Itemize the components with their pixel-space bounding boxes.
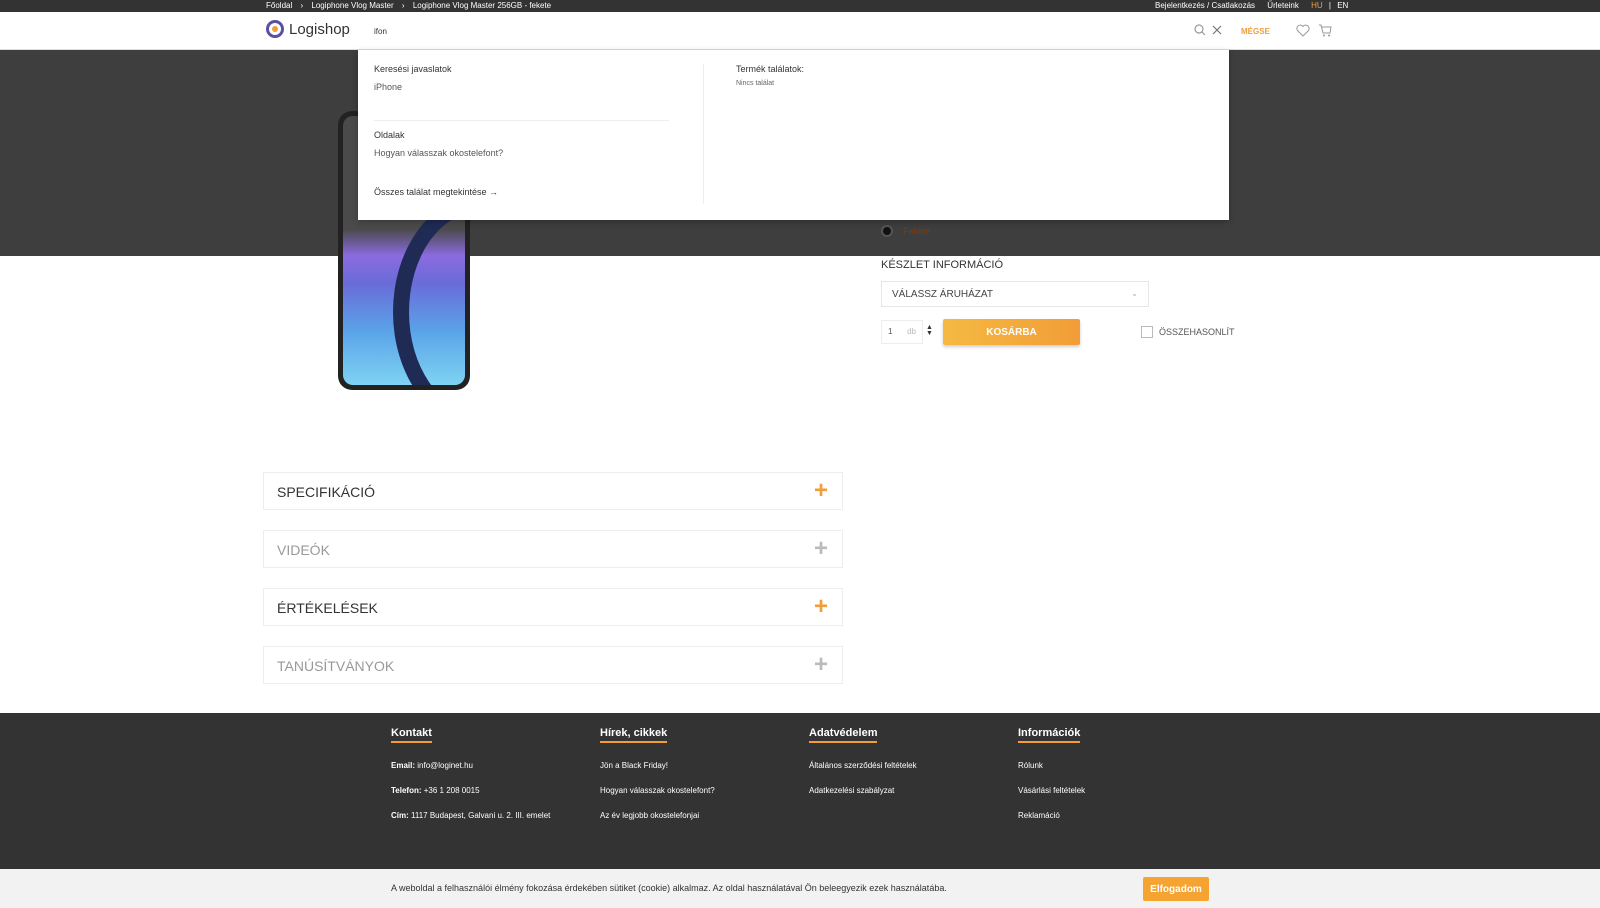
plus-icon: + (813, 651, 828, 678)
top-links: Bejelentkezés / Csatlakozás Űrleteink HU… (1155, 1, 1358, 10)
cart-icon[interactable] (1318, 24, 1332, 37)
close-icon[interactable] (1211, 24, 1223, 36)
product-results-title: Termék találatok: (736, 64, 805, 74)
breadcrumb-separator: › (401, 1, 405, 10)
stock-info-title: KÉSZLET INFORMÁCIÓ (881, 259, 1004, 271)
footer-link[interactable]: Reklamáció (1018, 811, 1085, 836)
top-bar: Főoldal › Logiphone Vlog Master › Logiph… (0, 0, 1600, 12)
footer-address: Cím: 1117 Budapest, Galvani u. 2. III. e… (391, 811, 551, 820)
footer-phone[interactable]: Telefon: +36 1 208 0015 (391, 786, 550, 811)
accordion-title: VIDEÓK (277, 542, 330, 558)
accordion-title: SPECIFIKÁCIÓ (277, 484, 376, 500)
footer-news-title: Hírek, cikkek (600, 727, 668, 743)
view-all-results-link[interactable]: Összes találat megtekintése → (374, 187, 498, 197)
footer-privacy: Adatvédelem Általános szerződési feltéte… (809, 723, 917, 811)
footer-info-title: Információk (1018, 727, 1081, 743)
footer-link[interactable]: Adatkezelési szabályzat (809, 786, 917, 811)
cookie-text: A weboldal a felhasználói élmény fokozás… (391, 883, 947, 893)
plus-icon: + (813, 535, 828, 562)
search-input[interactable] (366, 20, 1226, 42)
footer-news: Hírek, cikkek Jön a Black Friday! Hogyan… (600, 723, 715, 836)
accordion-title: TANÚSÍTVÁNYOK (277, 658, 395, 674)
plus-icon: + (813, 593, 828, 620)
cookie-bar: A weboldal a felhasználói élmény fokozás… (0, 869, 1600, 908)
compare-label: ÖSSZEHASONLÍT (1159, 327, 1235, 337)
breadcrumb-home[interactable]: Főoldal (266, 1, 292, 10)
footer-contact: Kontakt Email: info@loginet.hu Telefon: … (391, 723, 550, 836)
logo[interactable]: Logishop (266, 20, 350, 38)
add-to-cart-button[interactable]: KOSÁRBA (943, 319, 1080, 345)
search-icon[interactable] (1194, 24, 1206, 36)
footer-link[interactable]: Rólunk (1018, 761, 1085, 786)
logo-icon (266, 20, 284, 38)
header: Logishop MÉGSE (0, 12, 1600, 50)
page-result-link[interactable]: Hogyan válasszak okostelefont? (374, 148, 503, 158)
suggestion-item[interactable]: iPhone (374, 82, 669, 92)
lang-hu[interactable]: HU (1311, 1, 1323, 10)
quantity-unit: db (907, 327, 916, 336)
store-select[interactable]: VÁLASSZ ÁRUHÁZAT ⌄ (881, 281, 1149, 307)
login-link[interactable]: Bejelentkezés / Csatlakozás (1155, 1, 1255, 10)
footer-contact-title: Kontakt (391, 727, 432, 743)
quantity-stepper[interactable]: ▲ ▼ (926, 324, 933, 337)
footer-email[interactable]: Email: info@loginet.hu (391, 761, 550, 786)
accept-cookies-button[interactable]: Elfogadom (1143, 877, 1209, 901)
lang-en[interactable]: EN (1337, 1, 1348, 10)
footer-privacy-title: Adatvédelem (809, 727, 878, 743)
forms-link[interactable]: Űrleteink (1267, 1, 1299, 10)
color-swatch[interactable] (881, 225, 893, 237)
accordion-certificates[interactable]: TANÚSÍTVÁNYOK + (263, 646, 843, 684)
divider (703, 64, 704, 204)
lang-separator: | (1328, 1, 1331, 10)
no-result-text: Nincs találat (736, 80, 775, 87)
pages-title: Oldalak (374, 130, 405, 140)
plus-icon: + (813, 477, 828, 504)
accordion-reviews[interactable]: ÉRTÉKELÉSEK + (263, 588, 843, 626)
quantity-input[interactable]: 1 db (881, 320, 923, 344)
logo-text: Logishop (289, 20, 350, 38)
breadcrumb-separator: › (300, 1, 304, 10)
footer-link[interactable]: Általános szerződési feltételek (809, 761, 917, 786)
accordion-specification[interactable]: SPECIFIKÁCIÓ + (263, 472, 843, 510)
compare-checkbox[interactable] (1141, 326, 1153, 338)
suggestions-title: Keresési javaslatok (374, 64, 452, 74)
footer-info: Információk Rólunk Vásárlási feltételek … (1018, 723, 1085, 836)
footer-link[interactable]: Vásárlási feltételek (1018, 786, 1085, 811)
quantity-value: 1 (888, 327, 893, 336)
accordion-title: ÉRTÉKELÉSEK (277, 600, 378, 616)
breadcrumb: Főoldal › Logiphone Vlog Master › Logiph… (266, 1, 557, 10)
heart-icon[interactable] (1296, 24, 1310, 37)
breadcrumb-category[interactable]: Logiphone Vlog Master (311, 1, 393, 10)
footer-link[interactable]: Jön a Black Friday! (600, 761, 715, 786)
divider (374, 120, 669, 121)
accordion-videos[interactable]: VIDEÓK + (263, 530, 843, 568)
cancel-button[interactable]: MÉGSE (1241, 27, 1270, 36)
footer-link[interactable]: Hogyan válasszak okostelefont? (600, 786, 715, 811)
footer-link[interactable]: Az év legjobb okostelefonjai (600, 811, 715, 836)
breadcrumb-current: Logiphone Vlog Master 256GB - fekete (412, 1, 552, 10)
color-label: Fekete (903, 226, 931, 236)
chevron-down-icon: ⌄ (1131, 289, 1138, 298)
store-select-value: VÁLASSZ ÁRUHÁZAT (892, 289, 993, 300)
search-dropdown: Keresési javaslatok iPhone Oldalak Hogya… (358, 50, 1229, 220)
